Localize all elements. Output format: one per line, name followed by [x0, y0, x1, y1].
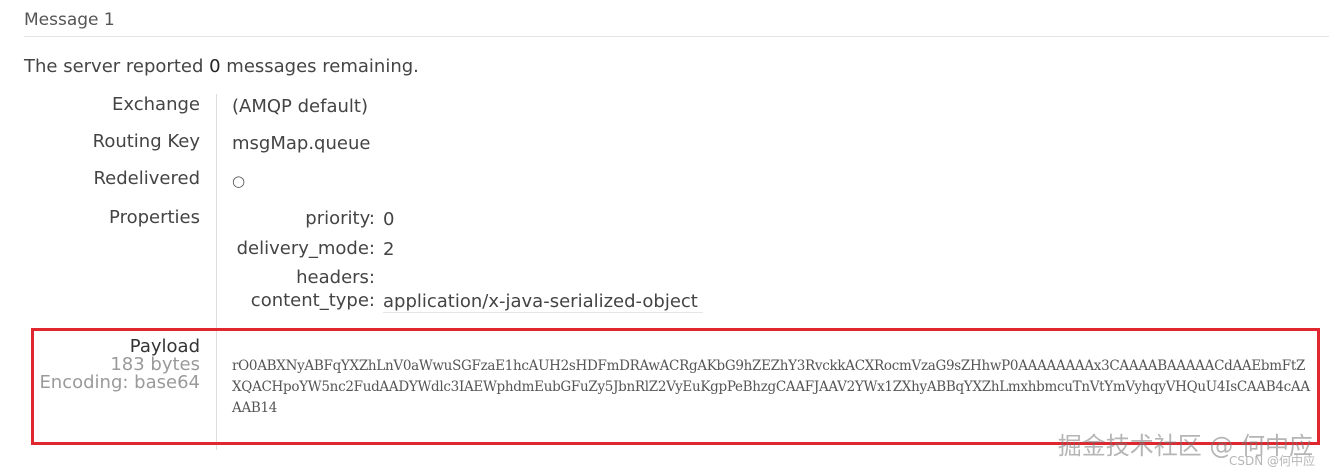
message-panel: Message 1 The server reported 0 messages… — [0, 0, 1329, 473]
status-line: The server reported 0 messages remaining… — [24, 56, 419, 77]
message-title: Message 1 — [24, 10, 115, 30]
delivery-mode-value: 2 — [383, 239, 395, 260]
priority-value: 0 — [383, 209, 395, 230]
status-count: 0 — [209, 56, 221, 77]
headers-key: headers: — [296, 267, 375, 288]
redelivered-indicator: ○ — [232, 172, 246, 190]
payload-data: rO0ABXNyABFqYXZhLnV0aWwuSGFzaE1hcAUH2sHD… — [232, 358, 1310, 416]
status-prefix: The server reported — [24, 56, 210, 77]
priority-key: priority: — [305, 208, 375, 229]
payload-encoding: Encoding: base64 — [39, 372, 200, 393]
redelivered-label: Redelivered — [93, 168, 200, 189]
delivery-mode-key: delivery_mode: — [236, 238, 375, 259]
exchange-value: (AMQP default) — [232, 96, 368, 117]
content-type-value: application/x-java-serialized-object — [383, 291, 698, 312]
status-suffix: messages remaining. — [220, 56, 419, 77]
routing-key-label: Routing Key — [92, 131, 200, 152]
content-type-underline — [383, 312, 703, 313]
exchange-label: Exchange — [112, 94, 200, 115]
title-divider — [24, 36, 1329, 37]
watermark-subtext: CSDN @何中应 — [1228, 454, 1315, 468]
routing-key-value: msgMap.queue — [232, 133, 371, 154]
content-type-key: content_type: — [250, 290, 375, 311]
properties-label: Properties — [109, 207, 200, 228]
